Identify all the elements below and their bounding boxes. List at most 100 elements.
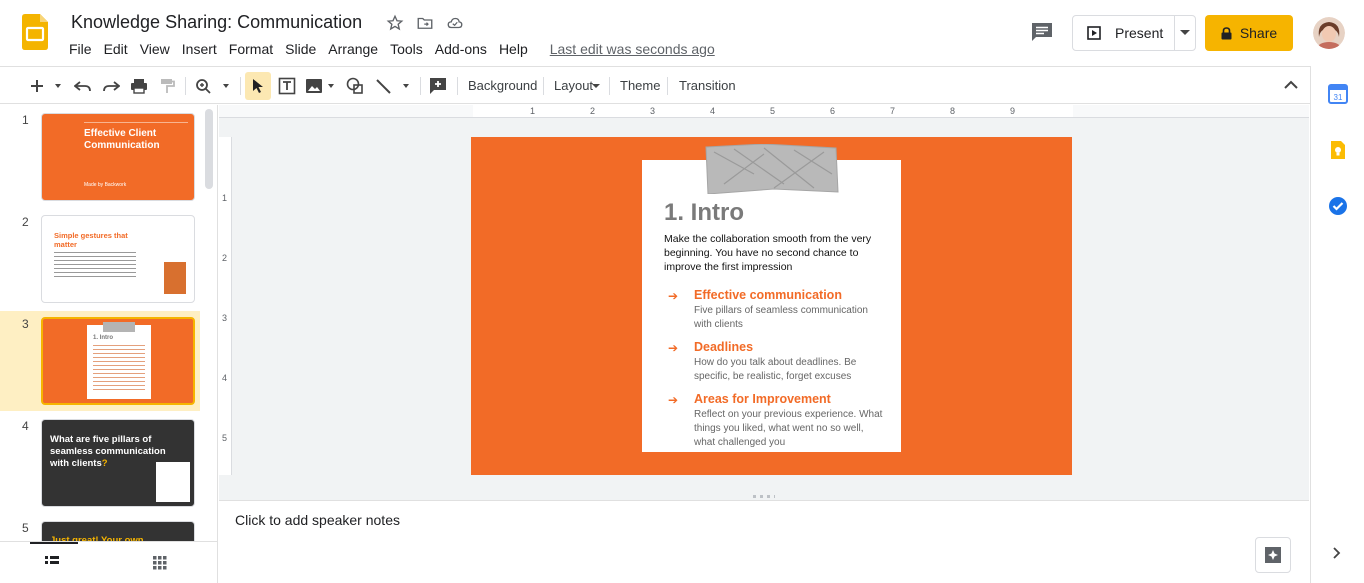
slide-canvas: 1 2 3 4 5 6 7 8 9 1 2 3 4 5 1. Intro Mak… — [219, 105, 1309, 493]
toolbar-separator — [543, 77, 544, 95]
speaker-notes-placeholder[interactable]: Click to add speaker notes — [235, 512, 400, 528]
theme-button[interactable]: Theme — [620, 78, 660, 93]
cloud-status-icon[interactable] — [446, 14, 464, 32]
add-comment-button[interactable] — [427, 75, 449, 97]
filmstrip-view-icon[interactable] — [45, 556, 59, 568]
move-folder-icon[interactable] — [416, 14, 434, 32]
menu-add-ons[interactable]: Add-ons — [435, 41, 493, 57]
menu-insert[interactable]: Insert — [182, 41, 223, 57]
filmstrip-scrollbar[interactable] — [205, 109, 213, 189]
bullet-title[interactable]: Areas for Improvement — [694, 392, 831, 406]
menu-edit[interactable]: Edit — [104, 41, 134, 57]
document-title[interactable]: Knowledge Sharing: Communication — [71, 12, 362, 33]
expand-side-panel-icon[interactable] — [1333, 547, 1341, 559]
cursor-arrow-icon — [253, 79, 263, 93]
undo-button[interactable] — [72, 75, 94, 97]
menu-file[interactable]: File — [69, 41, 98, 57]
bullet-text[interactable]: Reflect on your previous experience. Wha… — [694, 408, 884, 450]
chevron-down-icon — [592, 84, 600, 88]
slide-title[interactable]: 1. Intro — [664, 199, 744, 227]
share-label: Share — [1239, 25, 1278, 41]
bullet-arrow-icon: ➔ — [668, 341, 679, 355]
share-button[interactable]: Share — [1205, 15, 1293, 51]
zoom-button[interactable] — [194, 75, 234, 97]
redo-button[interactable] — [100, 75, 122, 97]
bullet-title[interactable]: Effective communication — [694, 288, 842, 302]
menu-tools[interactable]: Tools — [390, 41, 429, 57]
calendar-icon[interactable]: 31 — [1328, 84, 1348, 104]
shape-button[interactable] — [344, 75, 366, 97]
horizontal-ruler[interactable]: 1 2 3 4 5 6 7 8 9 — [473, 105, 1073, 118]
svg-text:31: 31 — [1334, 93, 1343, 102]
menu-view[interactable]: View — [140, 41, 176, 57]
lock-icon — [1221, 26, 1232, 39]
keep-icon[interactable] — [1328, 140, 1348, 160]
grid-view-icon[interactable] — [153, 556, 167, 570]
slide-number: 4 — [22, 419, 29, 433]
new-slide-button[interactable] — [26, 75, 64, 97]
thumb-book-image — [164, 262, 186, 294]
background-button[interactable]: Background — [468, 78, 537, 93]
ruler-label: 4 — [710, 106, 716, 116]
menu-format[interactable]: Format — [229, 41, 279, 57]
present-options-button[interactable] — [1175, 16, 1195, 50]
ruler-label: 3 — [650, 106, 656, 116]
line-icon — [376, 79, 409, 94]
thumb-line — [84, 122, 188, 123]
last-edit-link[interactable]: Last edit was seconds ago — [550, 41, 715, 57]
current-slide[interactable]: 1. Intro Make the collaboration smooth f… — [471, 137, 1072, 475]
text-box-button[interactable] — [276, 75, 298, 97]
slide-filmstrip: 1 Effective Client Communication Made by… — [0, 105, 218, 583]
select-tool-button[interactable] — [245, 72, 271, 100]
comment-history-icon[interactable] — [1030, 21, 1054, 43]
explore-button[interactable] — [1255, 537, 1291, 573]
slides-logo-icon[interactable] — [22, 14, 48, 50]
layout-button[interactable]: Layout — [554, 78, 593, 93]
line-button[interactable] — [374, 75, 414, 97]
menu-arrange[interactable]: Arrange — [328, 41, 384, 57]
menu-slide[interactable]: Slide — [285, 41, 322, 57]
present-button[interactable]: Present — [1073, 16, 1175, 50]
thumb-body-text — [54, 252, 136, 278]
ruler-label: 2 — [590, 106, 596, 116]
filmstrip-footer — [0, 541, 217, 583]
print-button[interactable] — [128, 75, 150, 97]
speaker-notes[interactable]: Click to add speaker notes — [219, 501, 1309, 583]
menu-help[interactable]: Help — [499, 41, 534, 57]
content-card[interactable]: 1. Intro Make the collaboration smooth f… — [642, 160, 901, 452]
toolbar-separator — [457, 77, 458, 95]
thumb-title-text: What are five pillars of seamless commun… — [50, 434, 166, 469]
bullet-text[interactable]: How do you talk about deadlines. Be spec… — [694, 356, 884, 384]
bullet-title[interactable]: Deadlines — [694, 340, 753, 354]
tasks-icon[interactable] — [1328, 196, 1348, 216]
slide-intro-text[interactable]: Make the collaboration smooth from the v… — [664, 232, 884, 274]
bullet-text[interactable]: Five pillars of seamless communication w… — [694, 304, 884, 332]
insert-image-button[interactable] — [304, 75, 338, 97]
thumb-tape — [103, 322, 135, 332]
vertical-ruler[interactable]: 1 2 3 4 5 — [219, 137, 232, 475]
tape-image[interactable] — [704, 144, 839, 194]
slide-number: 3 — [22, 317, 29, 331]
user-avatar[interactable] — [1313, 17, 1345, 49]
add-comment-icon — [430, 78, 446, 94]
ruler-label: 8 — [950, 106, 956, 116]
paint-format-button[interactable] — [156, 75, 178, 97]
slide-number: 1 — [22, 113, 29, 127]
zoom-icon — [196, 79, 229, 94]
slide-thumbnail-2[interactable]: Simple gestures that matter — [41, 215, 195, 303]
slide-thumbnail-1[interactable]: Effective Client Communication Made by B… — [41, 113, 195, 201]
ruler-label: 2 — [222, 253, 228, 263]
image-icon — [306, 79, 334, 93]
ruler-label: 5 — [770, 106, 776, 116]
ruler-label: 7 — [890, 106, 896, 116]
slide-number: 5 — [22, 521, 29, 535]
star-icon[interactable] — [386, 14, 404, 32]
notes-resize-handle[interactable] — [219, 493, 1309, 501]
collapse-toolbar-icon[interactable] — [1284, 80, 1298, 89]
undo-icon — [74, 81, 91, 92]
slide-thumbnail-4[interactable]: What are five pillars of seamless commun… — [41, 419, 195, 507]
plus-icon — [31, 80, 61, 92]
slide-thumbnail-3[interactable]: 1. Intro — [41, 317, 195, 405]
transition-button[interactable]: Transition — [679, 78, 736, 93]
chevron-down-icon — [1180, 30, 1190, 35]
